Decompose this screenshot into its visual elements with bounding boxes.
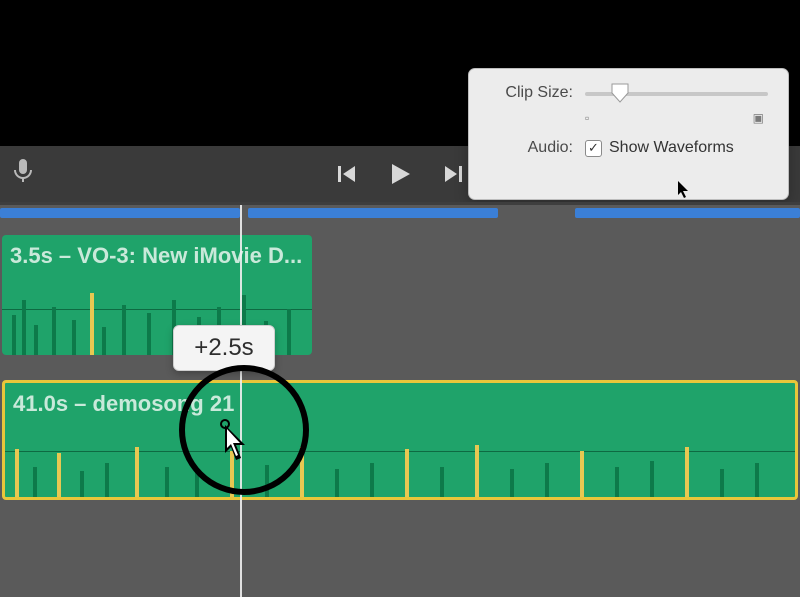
thumbnail-small-icon: ▫ (585, 111, 589, 125)
offset-value: +2.5s (194, 334, 253, 362)
timeline-range-bar[interactable] (248, 208, 498, 218)
clip-title: 41.0s – demosong 21 (13, 391, 795, 417)
settings-popover: Clip Size: ▫ ▣ Audio: ✓ Show Waveforms (468, 68, 789, 200)
highlight-dot (220, 419, 230, 429)
audio-label: Audio: (489, 139, 573, 157)
play-button[interactable] (387, 161, 413, 187)
skip-back-button[interactable] (335, 163, 357, 185)
show-waveforms-checkbox[interactable]: ✓ (585, 140, 602, 157)
clip-title: 3.5s – VO-3: New iMovie D... (10, 243, 312, 269)
playhead[interactable] (240, 205, 242, 597)
skip-forward-button[interactable] (443, 163, 465, 185)
timeline-range-bar[interactable] (0, 208, 240, 218)
slider-thumb[interactable] (611, 83, 629, 103)
audio-clip-demosong[interactable]: 41.0s – demosong 21 (2, 380, 798, 500)
timeline-range-bar[interactable] (575, 208, 800, 218)
thumbnail-large-icon: ▣ (753, 111, 764, 125)
timeline[interactable]: 3.5s – VO-3: New iMovie D... (0, 202, 800, 597)
waveform (5, 427, 795, 497)
clip-size-label: Clip Size: (489, 84, 573, 102)
clip-size-slider[interactable] (585, 83, 768, 103)
show-waveforms-label: Show Waveforms (609, 139, 734, 157)
offset-tooltip: +2.5s (173, 325, 275, 371)
cursor-icon (678, 181, 690, 202)
